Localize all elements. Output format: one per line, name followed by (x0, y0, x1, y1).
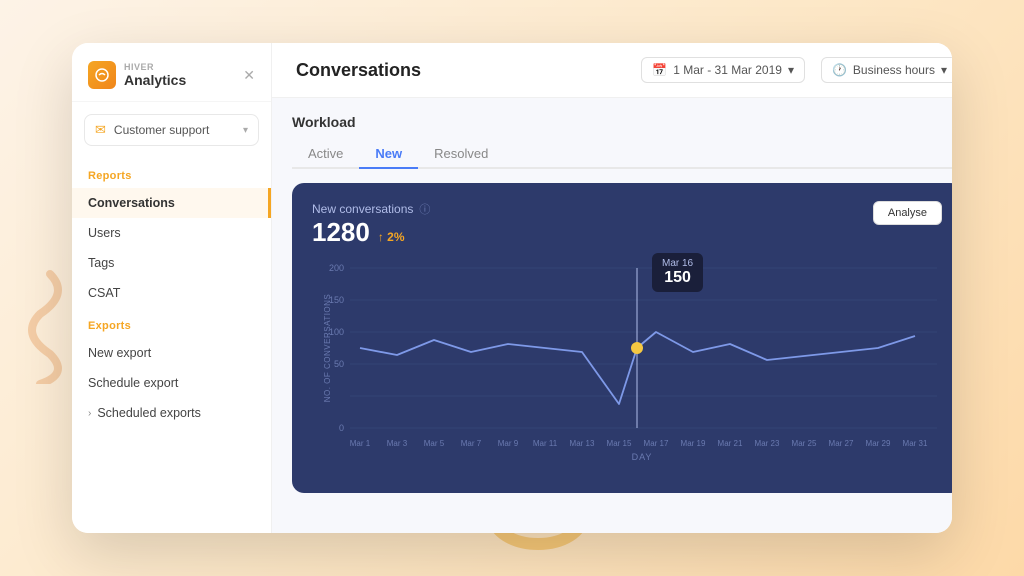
analyse-button[interactable]: Analyse (873, 201, 942, 225)
svg-text:Mar 25: Mar 25 (792, 439, 817, 448)
svg-text:Mar 19: Mar 19 (681, 439, 706, 448)
svg-text:Mar 23: Mar 23 (755, 439, 780, 448)
svg-text:Mar 9: Mar 9 (498, 439, 519, 448)
main-window: HIVER Analytics ✕ ✉ Customer support ▾ R… (72, 43, 952, 533)
sidebar-header: HIVER Analytics ✕ (72, 43, 271, 102)
svg-text:Mar 13: Mar 13 (570, 439, 595, 448)
business-hours-label: Business hours (853, 63, 935, 77)
close-icon[interactable]: ✕ (243, 67, 255, 84)
svg-text:Mar 29: Mar 29 (866, 439, 891, 448)
svg-text:DAY: DAY (632, 452, 653, 462)
svg-text:0: 0 (339, 423, 344, 433)
svg-text:200: 200 (329, 263, 344, 273)
sidebar-item-scheduled-exports[interactable]: › Scheduled exports (72, 398, 271, 428)
sidebar: HIVER Analytics ✕ ✉ Customer support ▾ R… (72, 43, 272, 533)
brand-analytics-label: Analytics (124, 72, 186, 88)
workload-title: Workload (292, 114, 952, 130)
main-body: Workload Active New Resolved New convers… (272, 98, 952, 533)
sidebar-item-users-label: Users (88, 226, 121, 240)
sidebar-item-schedule-export-label: Schedule export (88, 376, 178, 390)
svg-text:Mar 15: Mar 15 (607, 439, 632, 448)
calendar-icon: 📅 (652, 63, 667, 77)
svg-text:Mar 3: Mar 3 (387, 439, 408, 448)
chart-container: New conversations ⓘ 1280 ↑ 2% Analyse Ma… (292, 183, 952, 493)
sidebar-item-schedule-export[interactable]: Schedule export (72, 368, 271, 398)
exports-section-label: Exports (72, 308, 271, 338)
sidebar-brand: HIVER Analytics (124, 62, 186, 88)
svg-text:NO. OF CONVERSATIONS: NO. OF CONVERSATIONS (323, 294, 332, 403)
date-range-chevron-icon: ▾ (788, 63, 794, 77)
sidebar-item-csat[interactable]: CSAT (72, 278, 271, 308)
sidebar-item-new-export-label: New export (88, 346, 151, 360)
sidebar-item-tags[interactable]: Tags (72, 248, 271, 278)
sidebar-item-scheduled-exports-label: Scheduled exports (97, 406, 201, 420)
sidebar-item-tags-label: Tags (88, 256, 114, 270)
svg-text:Mar 1: Mar 1 (350, 439, 371, 448)
brand-hiver-label: HIVER (124, 62, 186, 72)
svg-text:Mar 27: Mar 27 (829, 439, 854, 448)
svg-text:Mar 17: Mar 17 (644, 439, 669, 448)
main-header: Conversations 📅 1 Mar - 31 Mar 2019 ▾ 🕐 … (272, 43, 952, 98)
logo-area: HIVER Analytics (88, 61, 186, 89)
svg-text:Mar 5: Mar 5 (424, 439, 445, 448)
inbox-dropdown-label: Customer support (114, 123, 209, 137)
chart-stats: 1280 ↑ 2% (312, 217, 430, 250)
page-title: Conversations (296, 60, 421, 81)
info-icon[interactable]: ⓘ (419, 201, 430, 217)
sidebar-item-new-export[interactable]: New export (72, 338, 271, 368)
tabs-row: Active New Resolved (292, 140, 952, 169)
chart-svg-wrapper: Mar 16 150 200 150 100 (312, 258, 942, 473)
date-range-label: 1 Mar - 31 Mar 2019 (673, 63, 782, 77)
chart-title-area: New conversations ⓘ (312, 201, 430, 217)
date-range-button[interactable]: 📅 1 Mar - 31 Mar 2019 ▾ (641, 57, 805, 83)
sidebar-item-conversations-label: Conversations (88, 196, 175, 210)
sidebar-item-conversations[interactable]: Conversations (72, 188, 271, 218)
logo-icon (88, 61, 116, 89)
chart-title-section: New conversations ⓘ 1280 ↑ 2% (312, 201, 430, 250)
reports-section-label: Reports (72, 158, 271, 188)
svg-text:Mar 21: Mar 21 (718, 439, 743, 448)
svg-text:Mar 7: Mar 7 (461, 439, 482, 448)
tab-resolved[interactable]: Resolved (418, 140, 504, 169)
chart-total-value: 1280 (312, 217, 370, 248)
business-hours-chevron-icon: ▾ (941, 63, 947, 77)
inbox-icon: ✉ (95, 122, 106, 138)
chart-header: New conversations ⓘ 1280 ↑ 2% Analyse (312, 201, 942, 250)
sidebar-item-users[interactable]: Users (72, 218, 271, 248)
chart-change-value: ↑ 2% (378, 230, 405, 244)
chevron-down-icon: ▾ (243, 125, 248, 136)
clock-icon: 🕐 (832, 63, 847, 77)
svg-text:Mar 11: Mar 11 (533, 439, 558, 448)
svg-text:Mar 31: Mar 31 (903, 439, 928, 448)
chart-title-text: New conversations (312, 202, 413, 216)
main-content: Conversations 📅 1 Mar - 31 Mar 2019 ▾ 🕐 … (272, 43, 952, 533)
expand-icon: › (88, 408, 91, 419)
inbox-dropdown[interactable]: ✉ Customer support ▾ (84, 114, 259, 146)
tab-new[interactable]: New (359, 140, 418, 169)
sidebar-item-csat-label: CSAT (88, 286, 120, 300)
tab-active[interactable]: Active (292, 140, 359, 169)
header-controls: 📅 1 Mar - 31 Mar 2019 ▾ 🕐 Business hours… (641, 57, 952, 83)
chart-svg: 200 150 100 50 0 Mar 1 Mar 3 Mar 5 Mar 7… (312, 258, 942, 468)
business-hours-button[interactable]: 🕐 Business hours ▾ (821, 57, 952, 83)
svg-text:50: 50 (334, 359, 344, 369)
